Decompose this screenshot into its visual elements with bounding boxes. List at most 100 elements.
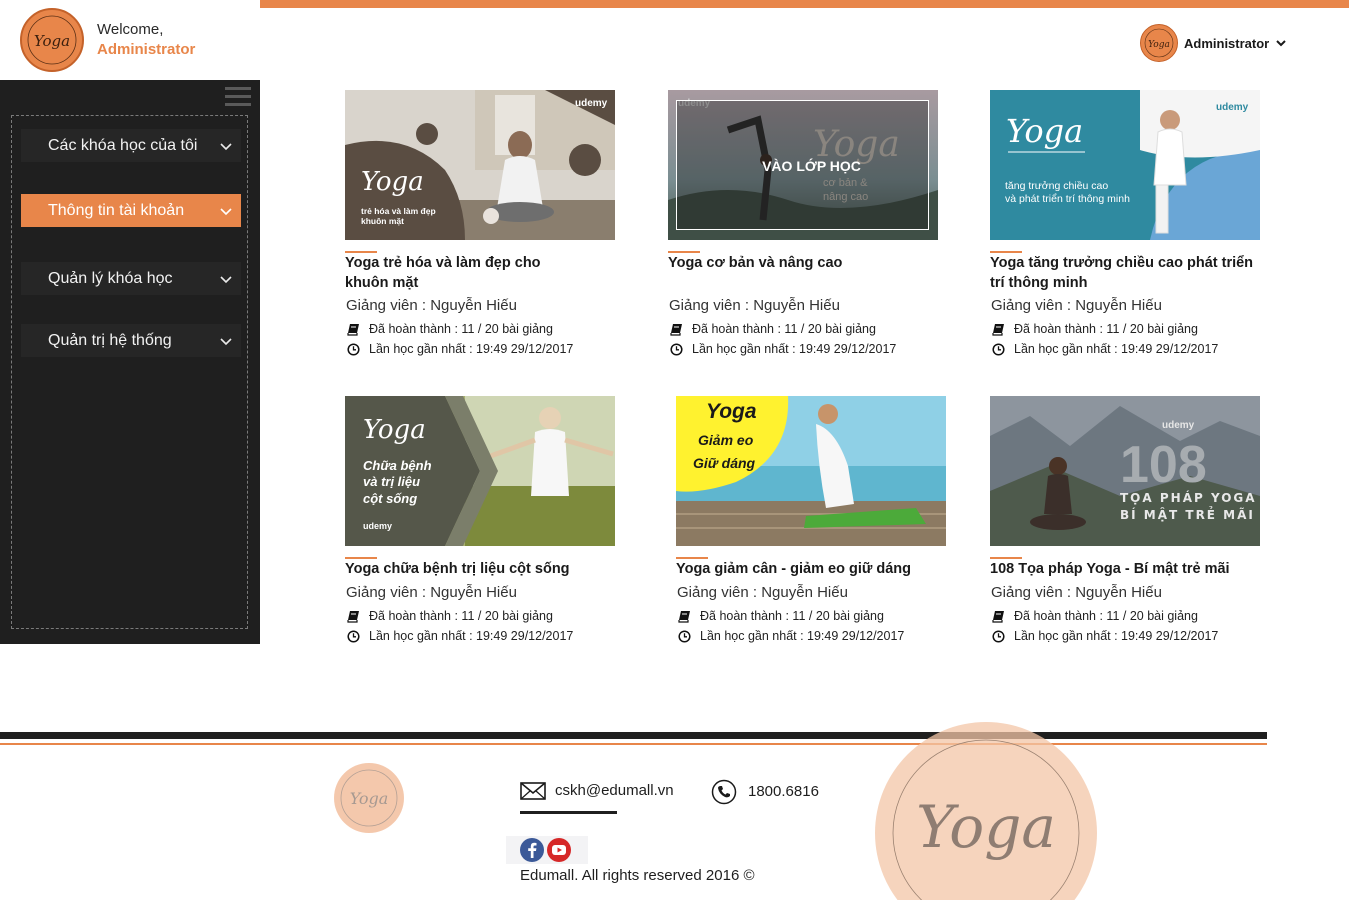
phone-text: 1800.6816 (748, 783, 819, 800)
course-thumbnail[interactable]: udemy Yoga cơ bản & nâng cao VÀO LỚP HỌC (668, 90, 938, 240)
hamburger-icon[interactable] (225, 87, 251, 107)
instructor: Giảng viên : Nguyễn Hiếu (669, 297, 840, 314)
clock-icon (347, 342, 360, 356)
mail-icon (520, 782, 546, 800)
thumb-subtitle: BÍ MẬT TRẺ MÃI (1120, 506, 1255, 522)
progress-row: Đã hoàn thành : 11 / 20 bài giảng (992, 321, 1198, 337)
thumb-brand: udemy (575, 98, 608, 109)
thumb-subtitle: cột sống (363, 491, 417, 506)
last-study-text: Lần học gần nhất : 19:49 29/12/2017 (1014, 629, 1219, 643)
last-study-row: Lần học gần nhất : 19:49 29/12/2017 (992, 341, 1218, 357)
thumb-subtitle: và phát triển trí thông minh (1005, 193, 1130, 205)
course-thumbnail[interactable]: Yoga Chữa bệnh và trị liệu cột sống udem… (345, 396, 615, 546)
thumb-brand: udemy (1162, 420, 1195, 431)
course-thumbnail[interactable]: udemy Yoga trẻ hóa và làm đẹp khuôn mặt (345, 90, 615, 240)
last-study-row: Lần học gần nhất : 19:49 29/12/2017 (992, 628, 1218, 644)
thumb-subtitle: TỌA PHÁP YOGA (1120, 490, 1257, 505)
thumb-heading: Yoga (363, 415, 426, 445)
avatar: Yoga (1140, 24, 1178, 62)
book-icon (992, 323, 1004, 336)
progress-text: Đã hoàn thành : 11 / 20 bài giảng (692, 322, 876, 336)
instructor: Giảng viên : Nguyễn Hiếu (991, 584, 1162, 601)
course-title[interactable]: 108 Tọa pháp Yoga - Bí mật trẻ mãi (990, 559, 1260, 579)
watermark-text: Yoga (916, 793, 1056, 861)
footer-logo-text: Yoga (350, 789, 389, 808)
sidebar-item-label: Quản trị hệ thống (48, 332, 172, 349)
course-title[interactable]: Yoga tăng trưởng chiều cao phát triển tr… (990, 253, 1260, 293)
last-study-text: Lần học gần nhất : 19:49 29/12/2017 (369, 629, 574, 643)
course-thumbnail[interactable]: udemy Yoga tăng trưởng chiều cao và phát… (990, 90, 1260, 240)
chevron-down-icon (220, 208, 232, 216)
course-title[interactable]: Yoga chữa bệnh trị liệu cột sống (345, 559, 615, 579)
footer-logo[interactable]: Yoga (334, 763, 404, 833)
clock-icon (992, 629, 1005, 643)
enter-class-button[interactable]: VÀO LỚP HỌC (668, 158, 938, 174)
logo[interactable]: Yoga (20, 8, 84, 72)
facebook-icon[interactable] (520, 838, 544, 862)
last-study-row: Lần học gần nhất : 19:49 29/12/2017 (670, 341, 896, 357)
sidebar-item-my-courses[interactable]: Các khóa học của tôi (21, 129, 241, 162)
book-icon (670, 323, 682, 336)
copyright: Edumall. All rights reserved 2016 © (520, 867, 755, 884)
book-icon (347, 610, 359, 623)
last-study-row: Lần học gần nhất : 19:49 29/12/2017 (347, 341, 573, 357)
chevron-down-icon (1276, 40, 1286, 47)
social-links (506, 836, 588, 864)
sidebar: Các khóa học của tôi Thông tin tài khoản… (0, 80, 260, 644)
thumb-brand: udemy (1216, 102, 1249, 113)
instructor: Giảng viên : Nguyễn Hiếu (346, 297, 517, 314)
book-icon (678, 610, 690, 623)
thumb-subtitle: trẻ hóa và làm đẹp (361, 206, 436, 216)
footer-email[interactable]: cskh@edumall.vn (520, 781, 674, 801)
thumb-subtitle: và trị liệu (363, 474, 420, 489)
welcome-text: Welcome, (97, 21, 164, 38)
clock-icon (670, 342, 683, 356)
progress-text: Đã hoàn thành : 11 / 20 bài giảng (369, 609, 553, 623)
course-title[interactable]: Yoga trẻ hóa và làm đẹp cho khuôn mặt (345, 253, 575, 293)
chevron-down-icon (220, 276, 232, 284)
sidebar-item-label: Quản lý khóa học (48, 270, 173, 287)
clock-icon (347, 629, 360, 643)
top-accent-bar (260, 0, 1349, 8)
sidebar-frame (11, 115, 248, 629)
course-title[interactable]: Yoga cơ bản và nâng cao (668, 253, 938, 273)
progress-text: Đã hoàn thành : 11 / 20 bài giảng (369, 322, 553, 336)
clock-icon (992, 342, 1005, 356)
sidebar-item-course-management[interactable]: Quản lý khóa học (21, 262, 241, 295)
progress-text: Đã hoàn thành : 11 / 20 bài giảng (1014, 609, 1198, 623)
clock-icon (678, 629, 691, 643)
instructor: Giảng viên : Nguyễn Hiếu (346, 584, 517, 601)
thumb-heading: 108 (1120, 436, 1207, 494)
thumb-subtitle: Giữ dáng (693, 455, 756, 471)
sidebar-item-system-admin[interactable]: Quản trị hệ thống (21, 324, 241, 357)
course-thumbnail[interactable]: udemy 108 TỌA PHÁP YOGA BÍ MẬT TRẺ MÃI (990, 396, 1260, 546)
email-text: cskh@edumall.vn (555, 782, 674, 799)
thumb-heading: Yoga (706, 400, 757, 423)
user-name: Administrator (1184, 35, 1270, 51)
welcome-username: Administrator (97, 41, 196, 58)
avatar-text: Yoga (1148, 40, 1170, 50)
email-underline (520, 811, 617, 814)
sidebar-item-account-info[interactable]: Thông tin tài khoản (21, 194, 241, 227)
progress-row: Đã hoàn thành : 11 / 20 bài giảng (992, 608, 1198, 624)
last-study-text: Lần học gần nhất : 19:49 29/12/2017 (369, 342, 574, 356)
chevron-down-icon (220, 338, 232, 346)
user-menu[interactable]: Yoga Administrator (1140, 24, 1287, 62)
instructor: Giảng viên : Nguyễn Hiếu (677, 584, 848, 601)
progress-text: Đã hoàn thành : 11 / 20 bài giảng (1014, 322, 1198, 336)
sidebar-item-label: Các khóa học của tôi (48, 137, 198, 154)
youtube-icon[interactable] (547, 838, 571, 862)
footer-phone[interactable]: 1800.6816 (711, 779, 819, 805)
course-title[interactable]: Yoga giảm cân - giảm eo giữ dáng (676, 559, 946, 579)
thumb-subtitle: tăng trưởng chiều cao (1005, 180, 1108, 192)
progress-row: Đã hoàn thành : 11 / 20 bài giảng (347, 321, 553, 337)
instructor: Giảng viên : Nguyễn Hiếu (991, 297, 1162, 314)
last-study-text: Lần học gần nhất : 19:49 29/12/2017 (692, 342, 897, 356)
last-study-row: Lần học gần nhất : 19:49 29/12/2017 (347, 628, 573, 644)
phone-icon (711, 779, 737, 805)
logo-text: Yoga (34, 32, 70, 50)
course-thumbnail[interactable]: Yoga Giảm eo Giữ dáng (676, 396, 946, 546)
footer-watermark-logo: Yoga (875, 722, 1098, 900)
progress-row: Đã hoàn thành : 11 / 20 bài giảng (670, 321, 876, 337)
last-study-text: Lần học gần nhất : 19:49 29/12/2017 (700, 629, 905, 643)
